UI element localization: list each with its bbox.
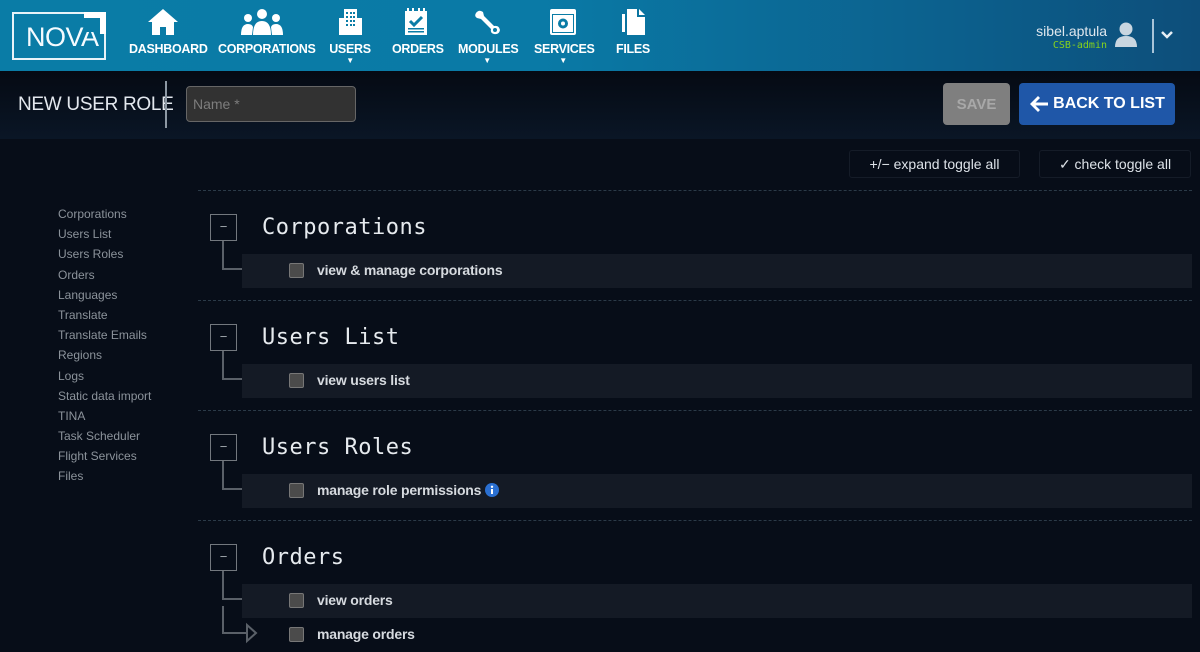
user-role: CSB-admin xyxy=(1052,40,1107,51)
nav-files[interactable]: FILES xyxy=(614,8,652,56)
user-name: sibel.aptula xyxy=(1036,23,1107,39)
users-group-icon xyxy=(241,9,283,35)
permission-section-users-list: − Users List view users list xyxy=(198,300,1192,410)
home-icon xyxy=(148,9,178,35)
nav-label: SERVICES xyxy=(534,42,595,56)
section-title: Users Roles xyxy=(262,435,414,460)
permission-label: view orders xyxy=(317,592,393,608)
sidebar-item-static-data-import[interactable]: Static data import xyxy=(58,389,151,409)
file-icon xyxy=(622,9,645,35)
arrow-left-icon xyxy=(1030,96,1049,112)
info-icon[interactable] xyxy=(485,483,499,497)
user-info[interactable]: sibel.aptula CSB-admin xyxy=(1036,23,1107,51)
nav-modules[interactable]: MODULES ▼ xyxy=(458,8,519,65)
nav-services[interactable]: SERVICES ▼ xyxy=(534,8,595,65)
nav-dashboard[interactable]: DASHBOARD xyxy=(129,8,208,56)
section-title: Corporations xyxy=(262,215,427,240)
sidebar-item-flight-services[interactable]: Flight Services xyxy=(58,449,151,469)
permission-row: view orders xyxy=(242,584,1192,618)
sidebar-item-files[interactable]: Files xyxy=(58,469,151,489)
chevron-down-icon[interactable] xyxy=(1160,22,1174,46)
dropdown-caret-icon: ▼ xyxy=(346,56,354,65)
permission-checkbox[interactable] xyxy=(289,373,304,388)
permission-checkbox[interactable] xyxy=(289,263,304,278)
sidebar-item-regions[interactable]: Regions xyxy=(58,348,151,368)
sidebar-item-corporations[interactable]: Corporations xyxy=(58,207,151,227)
dropdown-caret-icon: ▼ xyxy=(559,56,567,65)
sidebar-nav: Corporations Users List Users Roles Orde… xyxy=(58,207,151,490)
permission-row: view & manage corporations xyxy=(242,254,1192,288)
sidebar-item-languages[interactable]: Languages xyxy=(58,288,151,308)
sidebar-item-users-list[interactable]: Users List xyxy=(58,227,151,247)
nav-orders[interactable]: ORDERS xyxy=(392,8,444,56)
collapse-toggle-button[interactable]: − xyxy=(210,324,237,351)
save-button[interactable]: SAVE xyxy=(943,83,1010,125)
collapse-toggle-button[interactable]: − xyxy=(210,434,237,461)
top-nav-bar: NOVA DASHBOARD CORPORATIONS USERS ▼ ORDE… xyxy=(0,0,1200,71)
permission-row: manage role permissions xyxy=(242,474,1192,508)
permission-checkbox[interactable] xyxy=(289,593,304,608)
nav-label: ORDERS xyxy=(392,42,444,56)
page-title: NEW USER ROLE xyxy=(18,94,174,115)
divider xyxy=(1152,19,1154,53)
wrench-icon xyxy=(475,10,500,35)
permission-label: view users list xyxy=(317,372,410,388)
clipboard-check-icon xyxy=(405,8,427,35)
sidebar-item-task-scheduler[interactable]: Task Scheduler xyxy=(58,429,151,449)
gear-window-icon xyxy=(550,9,576,35)
role-name-input[interactable] xyxy=(186,86,356,122)
expand-toggle-all-button[interactable]: +/− expand toggle all xyxy=(849,150,1020,178)
sidebar-item-users-roles[interactable]: Users Roles xyxy=(58,247,151,267)
building-icon xyxy=(339,9,362,35)
permission-checkbox[interactable] xyxy=(289,483,304,498)
permission-row: manage orders xyxy=(242,618,1192,652)
collapse-toggle-button[interactable]: − xyxy=(210,214,237,241)
nova-logo[interactable]: NOVA xyxy=(12,12,106,60)
permission-section-users-roles: − Users Roles manage role permissions xyxy=(198,410,1192,520)
divider xyxy=(165,81,167,128)
nav-corporations[interactable]: CORPORATIONS xyxy=(218,8,316,56)
user-avatar-icon[interactable] xyxy=(1114,22,1138,48)
sidebar-item-translate-emails[interactable]: Translate Emails xyxy=(58,328,151,348)
nav-label: MODULES xyxy=(458,42,519,56)
logo-corner-mark xyxy=(84,12,106,34)
sidebar-item-orders[interactable]: Orders xyxy=(58,268,151,288)
nav-label: FILES xyxy=(616,42,650,56)
sidebar-item-logs[interactable]: Logs xyxy=(58,369,151,389)
permission-section-orders: − Orders view orders manage orders xyxy=(198,520,1192,644)
permission-row: view users list xyxy=(242,364,1192,398)
collapse-toggle-button[interactable]: − xyxy=(210,544,237,571)
nav-label: DASHBOARD xyxy=(129,42,208,56)
nav-users[interactable]: USERS ▼ xyxy=(328,8,372,65)
sidebar-item-translate[interactable]: Translate xyxy=(58,308,151,328)
permission-label: manage role permissions xyxy=(317,482,482,498)
permission-label: view & manage corporations xyxy=(317,262,503,278)
dropdown-caret-icon: ▼ xyxy=(483,56,491,65)
sidebar-item-tina[interactable]: TINA xyxy=(58,409,151,429)
back-to-list-button[interactable]: BACK TO LIST xyxy=(1019,83,1175,125)
nav-label: USERS xyxy=(329,42,371,56)
back-to-list-label: BACK TO LIST xyxy=(1053,95,1165,112)
check-toggle-all-button[interactable]: ✓ check toggle all xyxy=(1039,150,1191,178)
section-title: Users List xyxy=(262,325,400,350)
section-title: Orders xyxy=(262,545,345,570)
nav-label: CORPORATIONS xyxy=(218,42,316,56)
permission-section-corporations: − Corporations view & manage corporation… xyxy=(198,190,1192,300)
